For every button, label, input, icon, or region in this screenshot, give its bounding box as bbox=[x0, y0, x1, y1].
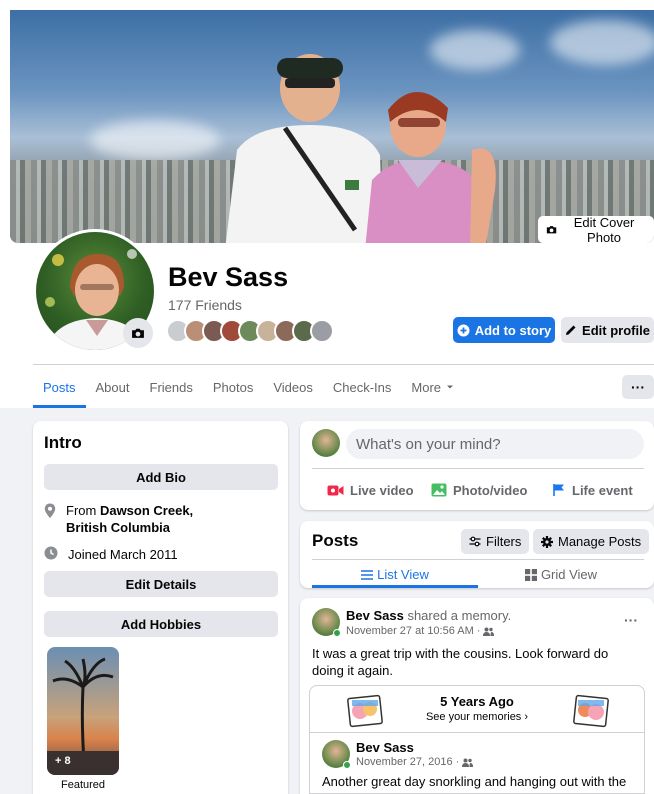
grid-icon bbox=[524, 568, 537, 581]
filters-button[interactable]: Filters bbox=[461, 529, 530, 554]
add-to-story-label: Add to story bbox=[474, 322, 552, 338]
tab-posts[interactable]: Posts bbox=[33, 366, 86, 408]
manage-posts-label: Manage Posts bbox=[558, 534, 642, 549]
grid-view-tab[interactable]: Grid View bbox=[478, 561, 644, 588]
memory-post-timestamp[interactable]: November 27, 2016 bbox=[356, 756, 453, 768]
posts-title: Posts bbox=[312, 531, 359, 550]
live-video-button[interactable]: Live video bbox=[327, 477, 414, 503]
friend-count[interactable]: 177 Friends bbox=[168, 297, 242, 313]
posts-header-card: Posts Filters Manage Posts List View Gri… bbox=[300, 521, 654, 588]
meta-separator: · bbox=[455, 756, 460, 768]
whats-on-your-mind-input[interactable]: What's on your mind? bbox=[346, 429, 644, 459]
photo-video-button[interactable]: Photo/video bbox=[431, 477, 527, 503]
online-status-icon bbox=[343, 761, 351, 769]
update-profile-picture-button[interactable] bbox=[123, 318, 153, 348]
caret-down-icon bbox=[447, 385, 454, 389]
cloud bbox=[430, 30, 520, 70]
composer-divider bbox=[312, 468, 644, 469]
featured-label: Featured bbox=[60, 779, 106, 791]
post-composer: What's on your mind? Live video Photo/vi… bbox=[300, 421, 654, 510]
add-bio-button[interactable]: Add Bio bbox=[44, 464, 278, 490]
posts-header-divider bbox=[312, 559, 644, 560]
woman-figure bbox=[365, 91, 496, 243]
edit-cover-photo-button[interactable]: Edit Cover Photo bbox=[538, 214, 654, 244]
plus-circle-icon bbox=[457, 324, 470, 336]
list-icon bbox=[361, 569, 374, 580]
tab-photos[interactable]: Photos bbox=[203, 366, 263, 408]
post-action: shared a memory. bbox=[403, 608, 512, 623]
avatar[interactable] bbox=[312, 429, 340, 457]
post-author[interactable]: Bev Sass bbox=[346, 608, 404, 623]
tab-more[interactable]: More bbox=[401, 366, 465, 408]
edit-profile-button[interactable]: Edit profile bbox=[561, 317, 654, 343]
memory-post-meta: November 27, 2016 · bbox=[356, 756, 474, 768]
tab-about[interactable]: About bbox=[86, 366, 140, 408]
edit-cover-photo-label: Edit Cover Photo bbox=[573, 214, 635, 244]
clock-icon bbox=[44, 546, 58, 560]
pencil-icon bbox=[566, 325, 576, 335]
post-timestamp[interactable]: November 27 at 10:56 AM bbox=[346, 625, 474, 637]
life-event-label: Life event bbox=[572, 482, 633, 498]
intro-joined: Joined March 2011 bbox=[44, 546, 178, 563]
more-options-button[interactable]: ··· bbox=[622, 375, 654, 399]
intro-hometown: From Dawson Creek, British Columbia bbox=[44, 502, 236, 536]
grid-view-label: Grid View bbox=[540, 567, 598, 582]
post-text: It was a great trip with the cousins. Lo… bbox=[312, 646, 609, 678]
location-pin-icon bbox=[44, 503, 56, 518]
filters-label: Filters bbox=[486, 534, 522, 549]
add-to-story-button[interactable]: Add to story bbox=[453, 317, 555, 343]
memory-post-author[interactable]: Bev Sass bbox=[356, 740, 414, 755]
memory-sticker-right bbox=[573, 694, 609, 728]
photo-video-label: Photo/video bbox=[453, 482, 528, 498]
add-hobbies-button[interactable]: Add Hobbies bbox=[44, 611, 278, 637]
memory-attachment[interactable]: 5 Years Ago See your memories › Bev Sass… bbox=[309, 685, 645, 794]
profile-tabs: Posts About Friends Photos Videos Check-… bbox=[33, 366, 465, 408]
tab-videos[interactable]: Videos bbox=[263, 366, 323, 408]
camera-icon bbox=[546, 226, 557, 234]
intro-from-prefix: From bbox=[66, 503, 100, 518]
tab-more-label: More bbox=[411, 379, 442, 395]
online-status-icon bbox=[333, 629, 341, 637]
edit-profile-label: Edit profile bbox=[582, 322, 650, 338]
post: Bev Sass shared a memory. November 27 at… bbox=[300, 598, 654, 794]
flag-icon bbox=[553, 484, 564, 496]
memory-divider bbox=[310, 732, 644, 733]
list-view-tab[interactable]: List View bbox=[312, 561, 478, 588]
live-video-label: Live video bbox=[350, 482, 414, 498]
friend-avatars[interactable] bbox=[166, 319, 334, 343]
friends-audience-icon bbox=[462, 758, 474, 767]
see-your-memories-label: See your memories bbox=[425, 711, 522, 723]
header-divider bbox=[33, 364, 654, 365]
manage-posts-button[interactable]: Manage Posts bbox=[533, 529, 650, 554]
post-meta: November 27 at 10:56 AM · bbox=[346, 625, 495, 637]
post-header: Bev Sass shared a memory. bbox=[346, 608, 511, 623]
featured-count: + 8 bbox=[55, 755, 71, 767]
featured-collection[interactable]: + 8 bbox=[47, 647, 119, 775]
intro-title: Intro bbox=[44, 433, 82, 452]
memory-post-text: Another great day snorkling and hanging … bbox=[322, 774, 627, 789]
photo-icon bbox=[431, 483, 447, 497]
meta-separator: · bbox=[476, 625, 481, 637]
profile-name: Bev Sass bbox=[168, 262, 289, 292]
camera-icon bbox=[132, 328, 144, 338]
intro-joined-text: Joined March 2011 bbox=[68, 547, 178, 562]
friends-audience-icon[interactable] bbox=[483, 627, 495, 636]
tab-check-ins[interactable]: Check-Ins bbox=[323, 366, 402, 408]
tab-friends[interactable]: Friends bbox=[140, 366, 203, 408]
life-event-button[interactable]: Life event bbox=[552, 477, 633, 503]
cover-photo[interactable]: Edit Cover Photo bbox=[10, 10, 654, 243]
sliders-icon bbox=[469, 536, 481, 547]
intro-card: Intro Add Bio From Dawson Creek, British… bbox=[33, 421, 288, 794]
post-options-button[interactable]: ··· bbox=[624, 612, 638, 628]
list-view-label: List View bbox=[377, 567, 429, 582]
video-camera-icon bbox=[327, 485, 344, 495]
cloud bbox=[90, 120, 220, 160]
chevron-right-icon: › bbox=[524, 711, 529, 723]
gear-icon bbox=[541, 535, 553, 548]
edit-details-button[interactable]: Edit Details bbox=[44, 571, 278, 597]
cloud bbox=[550, 20, 654, 65]
friend-avatar[interactable] bbox=[310, 319, 334, 343]
